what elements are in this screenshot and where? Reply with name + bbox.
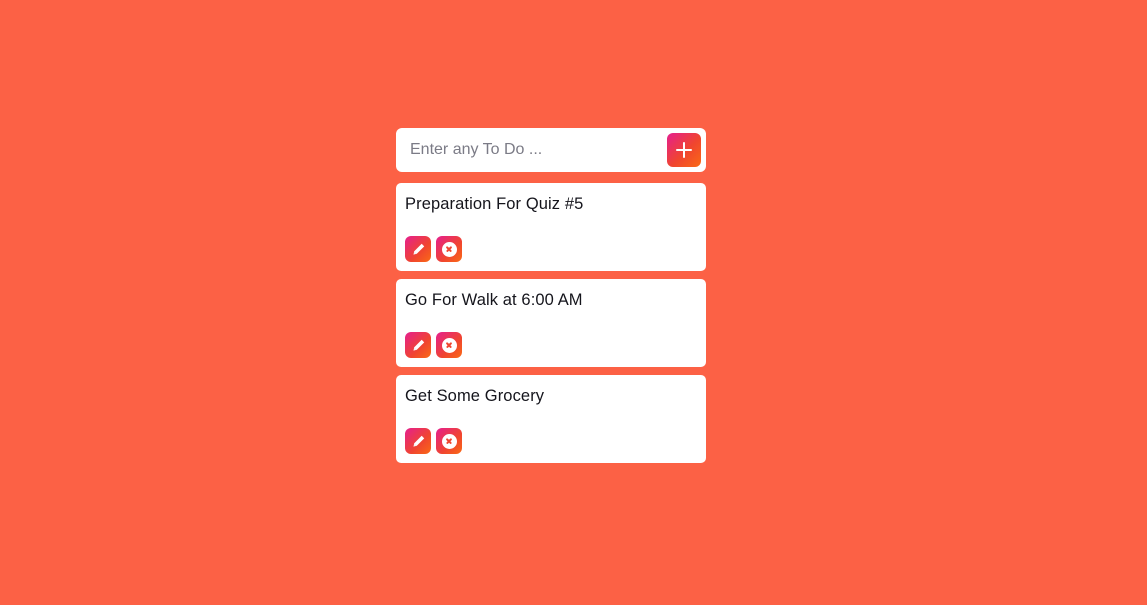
todo-card-actions [405, 428, 462, 454]
close-circle-icon [441, 241, 457, 257]
todo-title: Get Some Grocery [405, 387, 545, 405]
delete-todo-button[interactable] [436, 428, 462, 454]
delete-todo-button[interactable] [436, 236, 462, 262]
todo-title: Preparation For Quiz #5 [405, 195, 584, 213]
todo-card: Get Some Grocery [396, 375, 706, 463]
todo-card: Preparation For Quiz #5 [396, 183, 706, 271]
pen-icon [412, 435, 424, 447]
close-circle-icon [441, 337, 457, 353]
todo-list: Preparation For Quiz #5 Go For Walk at 6… [396, 183, 706, 463]
todo-input[interactable] [396, 129, 667, 171]
todo-card-actions [405, 236, 462, 262]
pen-icon [412, 243, 424, 255]
todo-card: Go For Walk at 6:00 AM [396, 279, 706, 367]
close-circle-icon [441, 433, 457, 449]
edit-todo-button[interactable] [405, 428, 431, 454]
edit-todo-button[interactable] [405, 332, 431, 358]
delete-todo-button[interactable] [436, 332, 462, 358]
todo-app: Preparation For Quiz #5 Go For Walk at 6… [396, 128, 706, 463]
todo-title: Go For Walk at 6:00 AM [405, 291, 583, 309]
plus-icon [676, 142, 692, 158]
todo-card-actions [405, 332, 462, 358]
add-todo-button[interactable] [667, 133, 701, 167]
pen-icon [412, 339, 424, 351]
edit-todo-button[interactable] [405, 236, 431, 262]
todo-input-bar [396, 128, 706, 172]
